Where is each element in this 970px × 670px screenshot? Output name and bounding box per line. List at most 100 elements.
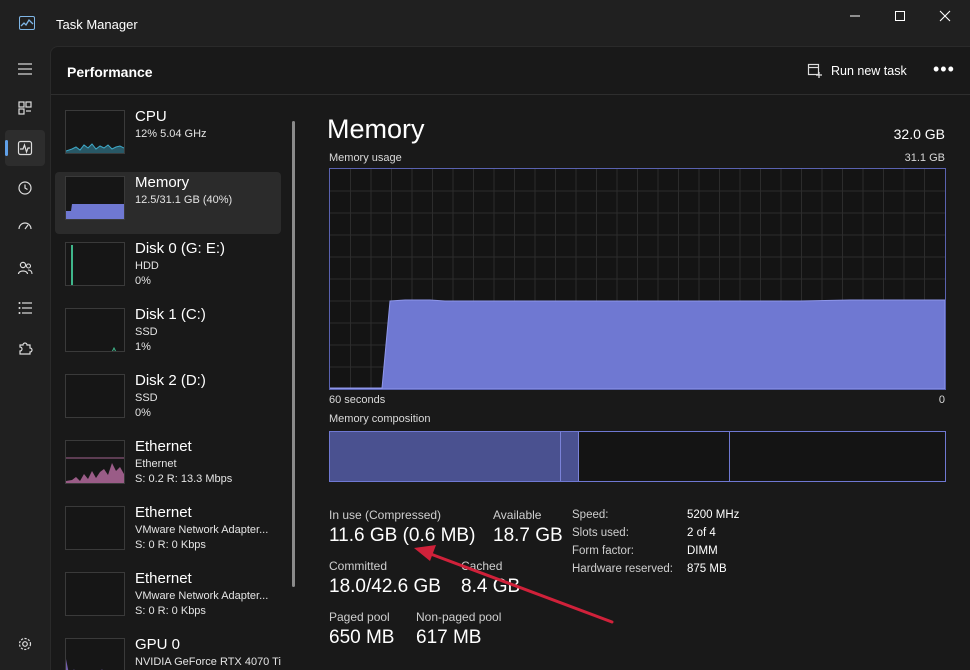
device-name: Disk 2 (D:) xyxy=(135,372,206,389)
composition-in-use xyxy=(330,432,561,481)
speed-value: 5200 MHz xyxy=(687,509,740,521)
form-factor-label: Form factor: xyxy=(572,545,634,557)
main-panel: Performance Run new task ••• CPU 12% 5.04… xyxy=(50,46,970,670)
nav-settings[interactable] xyxy=(5,626,45,662)
device-item-disk[interactable]: Disk 2 (D:) SSD 0% xyxy=(55,370,281,432)
device-thumbnail-graph xyxy=(65,176,125,220)
run-new-task-label: Run new task xyxy=(831,64,907,78)
services-icon xyxy=(19,342,33,355)
hardware-reserved-label: Hardware reserved: xyxy=(572,563,673,575)
memory-details: Memory 32.0 GB Memory usage 31.1 GB 60 s… xyxy=(327,96,967,670)
task-manager-app-icon xyxy=(19,16,35,30)
page-header: Performance Run new task ••• xyxy=(51,47,970,95)
device-metric: 1% xyxy=(135,341,151,353)
speed-label: Speed: xyxy=(572,509,609,521)
device-subtitle: 12% 5.04 GHz xyxy=(135,128,207,140)
device-name: Ethernet xyxy=(135,438,192,455)
maximize-icon xyxy=(895,11,905,21)
device-thumbnail-graph xyxy=(65,110,125,154)
device-list: CPU 12% 5.04 GHz Memory 12.5/31.1 GB (40%) D… xyxy=(51,96,293,670)
non-paged-pool-label: Non-paged pool xyxy=(416,610,502,624)
slots-used-value: 2 of 4 xyxy=(687,527,716,539)
device-subtitle: NVIDIA GeForce RTX 4070 Ti xyxy=(135,656,281,668)
committed-value: 18.0/42.6 GB xyxy=(329,576,441,597)
device-subtitle: SSD xyxy=(135,392,158,404)
users-icon xyxy=(17,261,33,275)
device-subtitle: 12.5/31.1 GB (40%) xyxy=(135,194,233,206)
available-label: Available xyxy=(493,508,542,522)
maximize-button[interactable] xyxy=(877,0,923,32)
memory-title: Memory xyxy=(327,114,425,144)
device-subtitle: SSD xyxy=(135,326,158,338)
memory-usage-area xyxy=(330,299,945,389)
device-thumbnail-graph xyxy=(65,572,125,616)
memory-composition-label: Memory composition xyxy=(329,413,431,425)
window-title: Task Manager xyxy=(56,17,138,32)
nav-processes[interactable] xyxy=(5,90,45,126)
device-thumbnail-graph xyxy=(65,440,125,484)
close-button[interactable] xyxy=(922,0,968,32)
nav-startup-apps[interactable] xyxy=(5,210,45,246)
graph-axis-right: 0 xyxy=(938,394,945,406)
device-subtitle: HDD xyxy=(135,260,159,272)
device-list-scrollbar[interactable] xyxy=(292,121,295,587)
minimize-button[interactable] xyxy=(832,0,878,32)
device-metric: 0% xyxy=(135,407,151,419)
details-icon xyxy=(18,302,32,314)
memory-usage-max: 31.1 GB xyxy=(904,152,945,164)
device-item-memory[interactable]: Memory 12.5/31.1 GB (40%) xyxy=(55,172,281,234)
device-item-disk[interactable]: Disk 0 (G: E:) HDD 0% xyxy=(55,238,281,300)
device-thumbnail-graph xyxy=(65,374,125,418)
device-item-ethernet[interactable]: Ethernet VMware Network Adapter... S: 0 R:… xyxy=(55,502,281,564)
hamburger-menu-icon xyxy=(18,63,32,75)
device-item-cpu[interactable]: CPU 12% 5.04 GHz xyxy=(55,106,281,168)
nav-performance[interactable] xyxy=(5,130,45,166)
available-value: 18.7 GB xyxy=(493,525,563,546)
device-item-disk[interactable]: Disk 1 (C:) SSD 1% xyxy=(55,304,281,366)
nav-app-history[interactable] xyxy=(5,170,45,206)
device-name: Ethernet xyxy=(135,504,192,521)
cached-label: Cached xyxy=(461,559,503,573)
device-name: Memory xyxy=(135,174,190,191)
nav-services[interactable] xyxy=(5,330,45,366)
settings-icon xyxy=(18,637,32,651)
minimize-icon xyxy=(850,15,860,17)
memory-usage-label: Memory usage xyxy=(329,152,402,164)
device-subtitle: VMware Network Adapter... xyxy=(135,524,269,536)
nav-details[interactable] xyxy=(5,290,45,326)
slots-used-label: Slots used: xyxy=(572,527,629,539)
paged-pool-value: 650 MB xyxy=(329,627,395,648)
performance-icon xyxy=(17,140,33,156)
run-new-task-icon xyxy=(807,63,822,78)
in-use-value: 11.6 GB (0.6 MB) xyxy=(329,525,476,546)
title-bar: Task Manager xyxy=(0,0,970,46)
processes-icon xyxy=(18,101,32,115)
device-thumbnail-graph xyxy=(65,242,125,286)
graph-axis-left: 60 seconds xyxy=(329,394,386,406)
device-item-ethernet[interactable]: Ethernet Ethernet S: 0.2 R: 13.3 Mbps xyxy=(55,436,281,498)
more-options-button[interactable]: ••• xyxy=(933,59,955,80)
hardware-reserved-value: 875 MB xyxy=(687,563,727,575)
committed-label: Committed xyxy=(329,559,388,573)
paged-pool-label: Paged pool xyxy=(329,610,390,624)
device-metric: S: 0 R: 0 Kbps xyxy=(135,605,206,617)
memory-usage-graph xyxy=(329,168,946,390)
cached-value: 8.4 GB xyxy=(461,576,521,597)
device-metric: S: 0.2 R: 13.3 Mbps xyxy=(135,473,233,485)
device-name: GPU 0 xyxy=(135,636,181,653)
device-item-ethernet[interactable]: Ethernet VMware Network Adapter... S: 0 R:… xyxy=(55,568,281,630)
device-name: Disk 1 (C:) xyxy=(135,306,206,323)
memory-composition-bar xyxy=(329,431,946,482)
device-metric: S: 0 R: 0 Kbps xyxy=(135,539,206,551)
composition-modified xyxy=(561,432,579,481)
composition-standby-separator xyxy=(729,432,730,481)
device-name: Disk 0 (G: E:) xyxy=(135,240,226,257)
device-thumbnail-graph xyxy=(65,638,125,670)
non-paged-pool-value: 617 MB xyxy=(416,627,482,648)
run-new-task-button[interactable]: Run new task xyxy=(807,57,907,85)
device-subtitle: Ethernet xyxy=(135,458,177,470)
hamburger-menu-button[interactable] xyxy=(5,51,45,87)
device-item-gpu[interactable]: GPU 0NVIDIA GeForce RTX 4070 Ti17% (45 °… xyxy=(55,634,281,670)
nav-users[interactable] xyxy=(5,250,45,286)
device-subtitle: VMware Network Adapter... xyxy=(135,590,269,602)
